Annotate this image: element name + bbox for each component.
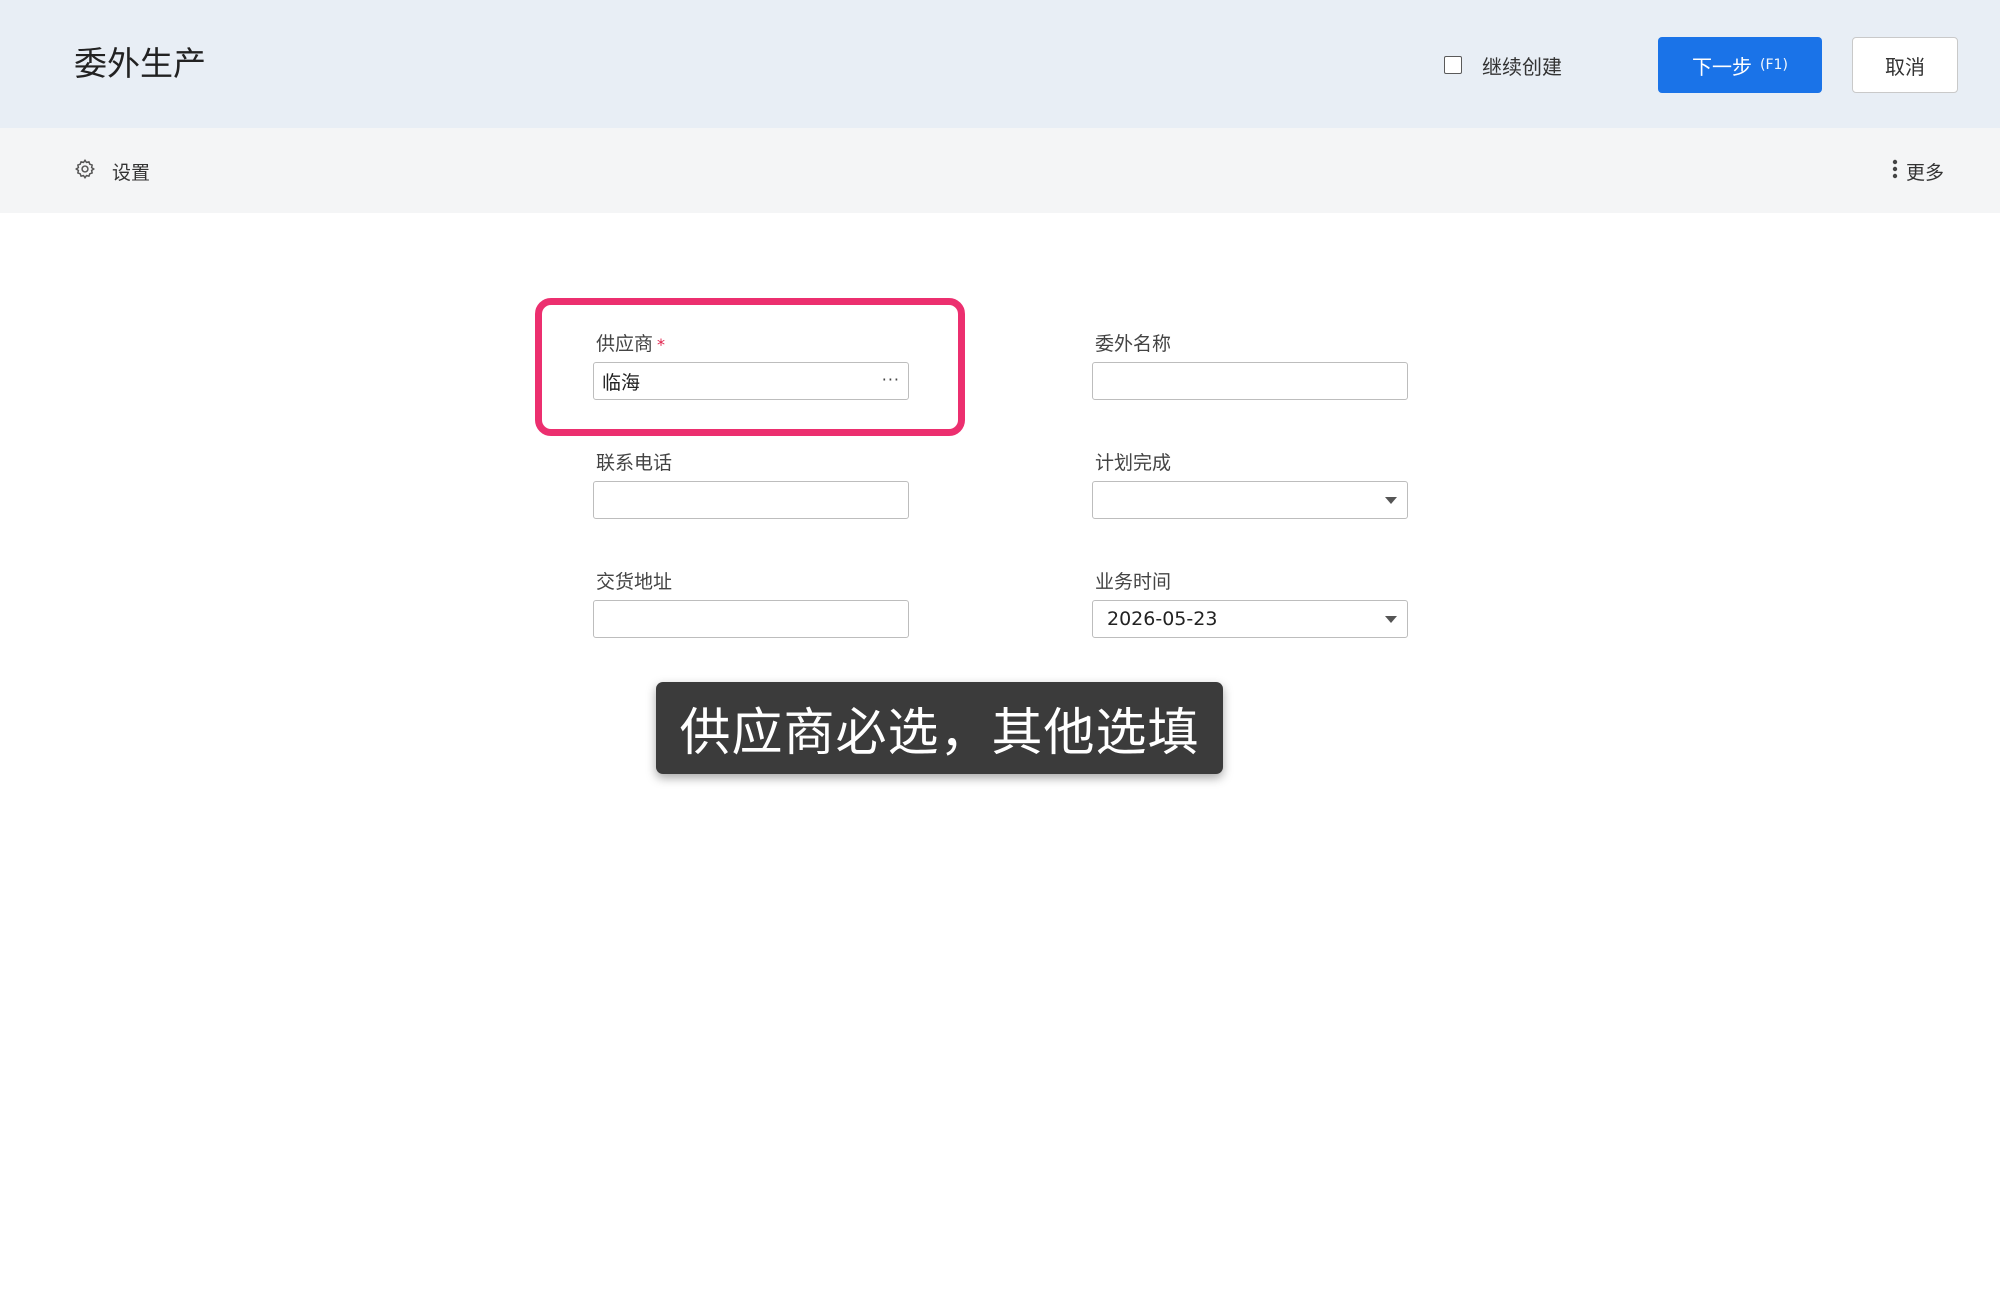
settings-button[interactable]: 设置 [74, 156, 150, 186]
business-time-value: 2026-05-23 [1107, 608, 1218, 630]
gear-icon [74, 158, 96, 184]
vertical-dots-icon [1892, 158, 1898, 184]
phone-field[interactable] [593, 481, 909, 519]
cancel-label: 取消 [1885, 54, 1925, 79]
chevron-down-icon[interactable] [1385, 615, 1397, 623]
supplier-value: 临海 [602, 371, 641, 394]
next-step-hotkey: (F1) [1760, 57, 1788, 73]
page-header: 委外生产 继续创建 下一步 (F1) 取消 [0, 0, 2000, 128]
phone-label: 联系电话 [596, 452, 673, 474]
required-marker: * [657, 335, 666, 354]
settings-label: 设置 [112, 161, 151, 184]
next-step-button[interactable]: 下一步 (F1) [1658, 37, 1822, 93]
business-time-select[interactable]: 2026-05-23 [1092, 600, 1408, 638]
page-title: 委外生产 [74, 44, 206, 83]
more-button[interactable]: 更多 [1892, 156, 1944, 186]
keep-creating-label: 继续创建 [1482, 54, 1562, 79]
supplier-field[interactable]: 临海 ··· [593, 362, 909, 400]
next-step-label: 下一步 [1692, 54, 1753, 79]
ellipsis-icon[interactable]: ··· [882, 370, 900, 393]
delivery-address-label: 交货地址 [596, 571, 673, 593]
keep-creating-toggle[interactable]: 继续创建 [1444, 48, 1562, 82]
cancel-button[interactable]: 取消 [1852, 37, 1958, 93]
delivery-address-field[interactable] [593, 600, 909, 638]
chevron-down-icon[interactable] [1385, 496, 1397, 504]
contract-name-field[interactable] [1092, 362, 1408, 400]
supplier-label: 供应商 * [596, 332, 665, 357]
supplier-label-text: 供应商 [596, 333, 654, 355]
business-time-label: 业务时间 [1095, 571, 1172, 593]
keep-creating-checkbox[interactable] [1444, 56, 1462, 74]
more-label: 更多 [1905, 161, 1944, 184]
tutorial-caption: 供应商必选，其他选填 [656, 682, 1223, 774]
planned-completion-label: 计划完成 [1095, 452, 1172, 474]
planned-completion-select[interactable] [1092, 481, 1408, 519]
contract-name-label: 委外名称 [1095, 333, 1172, 355]
toolbar: 设置 更多 [0, 128, 2000, 213]
